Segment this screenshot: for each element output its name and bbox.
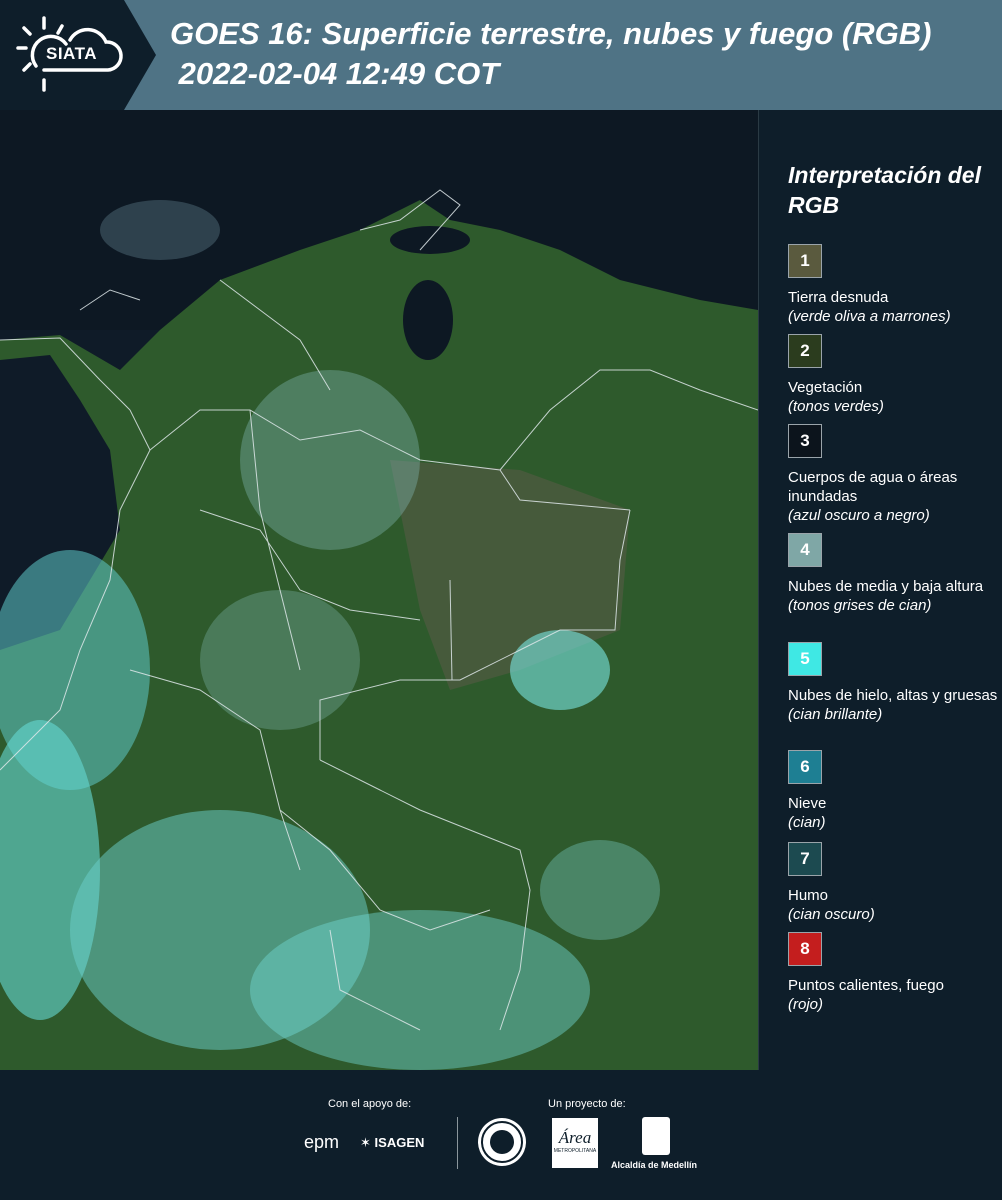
legend-swatch: 2 xyxy=(788,334,822,368)
alcaldia-logo-text: Alcaldía de Medellín xyxy=(611,1160,698,1170)
legend-item-6: 6 Nieve (cian) xyxy=(788,750,998,832)
legend-swatch: 1 xyxy=(788,244,822,278)
isagen-logo: ✶ ISAGEN xyxy=(360,1135,424,1151)
legend-label: Vegetación xyxy=(788,379,863,396)
legend-desc: (rojo) xyxy=(788,996,824,1013)
satellite-map-svg xyxy=(0,110,759,1070)
alcaldia-shield-icon xyxy=(642,1117,670,1155)
legend-swatch: 6 xyxy=(788,750,822,784)
siata-logo: SIATA xyxy=(0,0,156,110)
title-line-2: 2022-02-04 12:49 COT xyxy=(170,56,500,91)
legend-label: Humo xyxy=(788,887,829,904)
legend-desc: (azul oscuro a negro) xyxy=(788,507,930,524)
legend-title: Interpretación del RGB xyxy=(788,162,981,218)
project-label: Un proyecto de: xyxy=(548,1098,626,1110)
legend-desc: (tonos verdes) xyxy=(788,398,884,415)
legend-swatch: 8 xyxy=(788,932,822,966)
legend-label: Nubes de hielo, altas y gruesas xyxy=(788,687,998,704)
legend-item-2: 2 Vegetación (tonos verdes) xyxy=(788,334,998,416)
legend-item-4: 4 Nubes de media y baja altura (tonos gr… xyxy=(788,533,998,615)
isagen-mark-icon: ✶ xyxy=(360,1135,371,1150)
legend-label: Tierra desnuda xyxy=(788,289,889,306)
legend-swatch: 7 xyxy=(788,842,822,876)
legend-label: Nieve xyxy=(788,795,827,812)
legend-desc: (verde oliva a marrones) xyxy=(788,308,951,325)
area-logo-text: Área xyxy=(558,1128,592,1147)
legend-label: Cuerpos de agua o áreas inundadas xyxy=(788,469,958,505)
legend-label: Nubes de media y baja altura xyxy=(788,578,984,595)
legend-item-1: 1 Tierra desnuda (verde oliva a marrones… xyxy=(788,244,998,326)
medellin-seal-icon xyxy=(478,1118,526,1166)
legend-desc: (cian oscuro) xyxy=(788,906,875,923)
legend-swatch: 3 xyxy=(788,424,822,458)
siata-logo-text: SIATA xyxy=(46,44,97,63)
legend-desc: (tonos grises de cian) xyxy=(788,597,932,614)
legend-item-7: 7 Humo (cian oscuro) xyxy=(788,842,998,924)
area-logo-subtext: METROPOLITANA xyxy=(553,1148,597,1154)
title-line-1: GOES 16: Superficie terrestre, nubes y f… xyxy=(170,16,932,51)
support-label: Con el apoyo de: xyxy=(328,1098,412,1110)
epm-logo: epm xyxy=(304,1132,340,1152)
satellite-image xyxy=(0,110,759,1070)
footer-divider xyxy=(457,1117,458,1169)
legend-item-8: 8 Puntos calientes, fuego (rojo) xyxy=(788,932,998,1014)
legend-desc: (cian brillante) xyxy=(788,706,883,723)
legend-desc: (cian) xyxy=(788,814,826,831)
isagen-logo-text: ISAGEN xyxy=(374,1135,425,1150)
legend-item-5: 5 Nubes de hielo, altas y gruesas (cian … xyxy=(788,642,998,724)
area-metropolitana-logo: Área METROPOLITANA xyxy=(552,1118,598,1168)
legend-swatch: 5 xyxy=(788,642,822,676)
header-bar: SIATA GOES 16: Superficie terrestre, nub… xyxy=(0,0,1002,110)
page-title: GOES 16: Superficie terrestre, nubes y f… xyxy=(170,14,931,94)
legend-label: Puntos calientes, fuego xyxy=(788,977,944,994)
legend-swatch: 4 xyxy=(788,533,822,567)
legend-item-3: 3 Cuerpos de agua o áreas inundadas (azu… xyxy=(788,424,998,525)
